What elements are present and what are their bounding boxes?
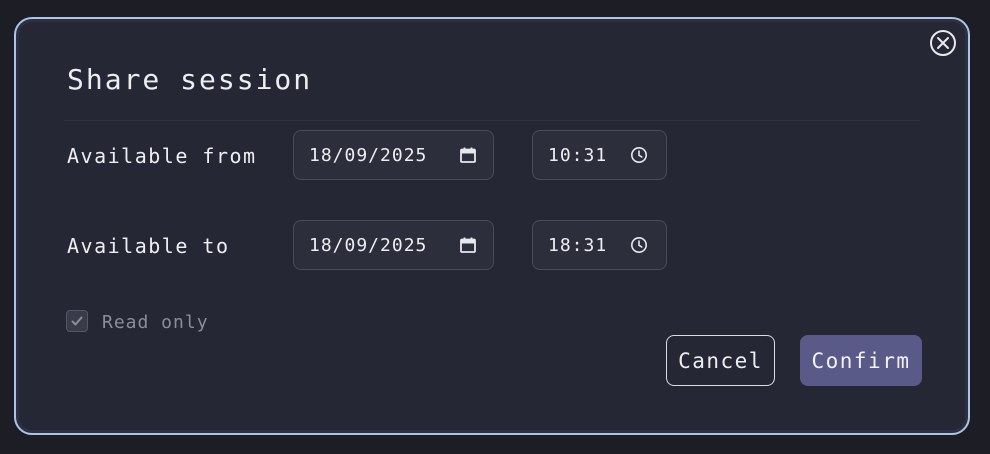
dialog-title: Share session — [67, 63, 313, 96]
read-only-label: Read only — [102, 312, 209, 333]
available-from-label: Available from — [67, 144, 257, 168]
available-from-time-value: 10:31 — [548, 144, 608, 166]
read-only-checkbox[interactable] — [66, 310, 88, 332]
available-from-date-input[interactable]: 18/09/2025 — [293, 130, 494, 180]
available-to-time-value: 18:31 — [548, 234, 608, 256]
cancel-button[interactable]: Cancel — [666, 335, 775, 386]
checkmark-icon — [70, 314, 84, 328]
clock-icon[interactable] — [629, 145, 649, 165]
confirm-button[interactable]: Confirm — [800, 335, 922, 386]
available-to-date-value: 18/09/2025 — [309, 234, 428, 256]
available-to-label: Available to — [67, 234, 230, 258]
clock-icon[interactable] — [629, 235, 649, 255]
calendar-icon[interactable] — [458, 145, 478, 165]
available-from-time-input[interactable]: 10:31 — [532, 130, 667, 180]
close-icon — [936, 36, 950, 50]
available-from-date-value: 18/09/2025 — [309, 144, 428, 166]
available-to-time-input[interactable]: 18:31 — [532, 220, 667, 270]
calendar-icon[interactable] — [458, 235, 478, 255]
close-button[interactable] — [930, 30, 956, 56]
available-to-date-input[interactable]: 18/09/2025 — [293, 220, 494, 270]
divider — [64, 120, 920, 121]
